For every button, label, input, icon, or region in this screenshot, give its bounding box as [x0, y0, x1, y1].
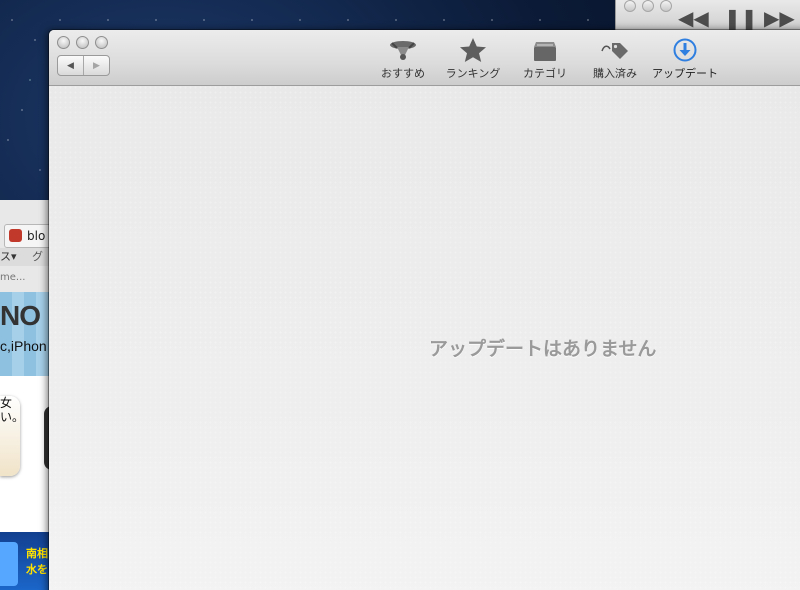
- site-banner: NO c,iPhon: [0, 292, 52, 376]
- article-thumbnail[interactable]: 女 い。: [0, 396, 25, 476]
- browser-tab[interactable]: blo: [4, 224, 52, 248]
- browser-tab-title: blo: [27, 229, 46, 243]
- download-arrow-icon: [673, 38, 697, 62]
- thumbnail-text: い。: [0, 410, 25, 424]
- rewind-icon[interactable]: ◀◀: [678, 8, 709, 28]
- window-toolbar: ◀ ▶ おすすめ ランキング カテゴリ 購入済み アップデート: [49, 30, 800, 86]
- itunes-close-button[interactable]: [624, 0, 636, 12]
- tab-categories[interactable]: カテゴリ: [515, 37, 575, 81]
- ad-image: [0, 542, 18, 586]
- close-button[interactable]: [57, 36, 70, 49]
- back-forward-control: ◀ ▶: [57, 55, 110, 76]
- categories-icon: [534, 42, 556, 61]
- forward-arrow-icon: ▶: [93, 60, 100, 71]
- back-arrow-icon: ◀: [67, 60, 74, 71]
- tab-label: ランキング: [445, 67, 501, 80]
- no-updates-message: アップデートはありません: [429, 338, 657, 360]
- tab-label: カテゴリ: [523, 67, 567, 80]
- site-banner-subtitle: c,iPhon: [0, 338, 47, 354]
- itunes-zoom-button[interactable]: [660, 0, 672, 12]
- bookmark-item[interactable]: グ: [32, 248, 43, 266]
- price-tag-icon: [601, 43, 628, 59]
- bookmarks-bar: ス▾ グ: [0, 248, 52, 266]
- background-browser-window: blo ス▾ グ me... NO c,iPhon 女 い。 南相 水を: [0, 200, 52, 590]
- forward-button[interactable]: ▶: [84, 56, 109, 75]
- thumbnail-text: 女: [0, 396, 13, 410]
- fast-forward-icon[interactable]: ▶▶: [764, 8, 795, 28]
- ad-text-line: 南相: [26, 547, 48, 560]
- ad-text: 南相 水を: [26, 546, 48, 578]
- window-buttons: [57, 36, 108, 49]
- tab-updates[interactable]: アップデート: [649, 37, 721, 81]
- tab-top-charts[interactable]: ランキング: [437, 37, 509, 81]
- star-icon: [460, 38, 486, 62]
- back-button[interactable]: ◀: [58, 56, 84, 75]
- apple-favicon-icon: [9, 229, 22, 242]
- tab-label: おすすめ: [381, 67, 425, 80]
- minimize-button[interactable]: [76, 36, 89, 49]
- pause-icon[interactable]: ❚❚: [724, 8, 758, 28]
- page-url-fragment: me...: [0, 272, 26, 283]
- itunes-window-buttons: [624, 0, 672, 12]
- zoom-button[interactable]: [95, 36, 108, 49]
- tab-label: アップデート: [652, 67, 718, 80]
- app-store-window: ◀ ▶ おすすめ ランキング カテゴリ 購入済み アップデート アップデートはあ…: [49, 30, 800, 590]
- featured-icon: [390, 41, 416, 60]
- tab-label: 購入済み: [593, 67, 637, 80]
- tab-purchased[interactable]: 購入済み: [585, 37, 645, 81]
- updates-content-area: アップデートはありません: [49, 86, 800, 590]
- site-banner-title: NO: [0, 300, 41, 331]
- bookmark-item[interactable]: ス▾: [0, 248, 17, 266]
- itunes-mini-player: ◀◀ ❚❚ ▶▶: [615, 0, 800, 30]
- toolbar-tabs: おすすめ ランキング カテゴリ 購入済み アップデート: [379, 37, 721, 81]
- itunes-minimize-button[interactable]: [642, 0, 654, 12]
- ad-text-line: 水を: [26, 563, 48, 576]
- tab-featured[interactable]: おすすめ: [379, 37, 427, 81]
- ad-banner[interactable]: 南相 水を: [0, 532, 52, 590]
